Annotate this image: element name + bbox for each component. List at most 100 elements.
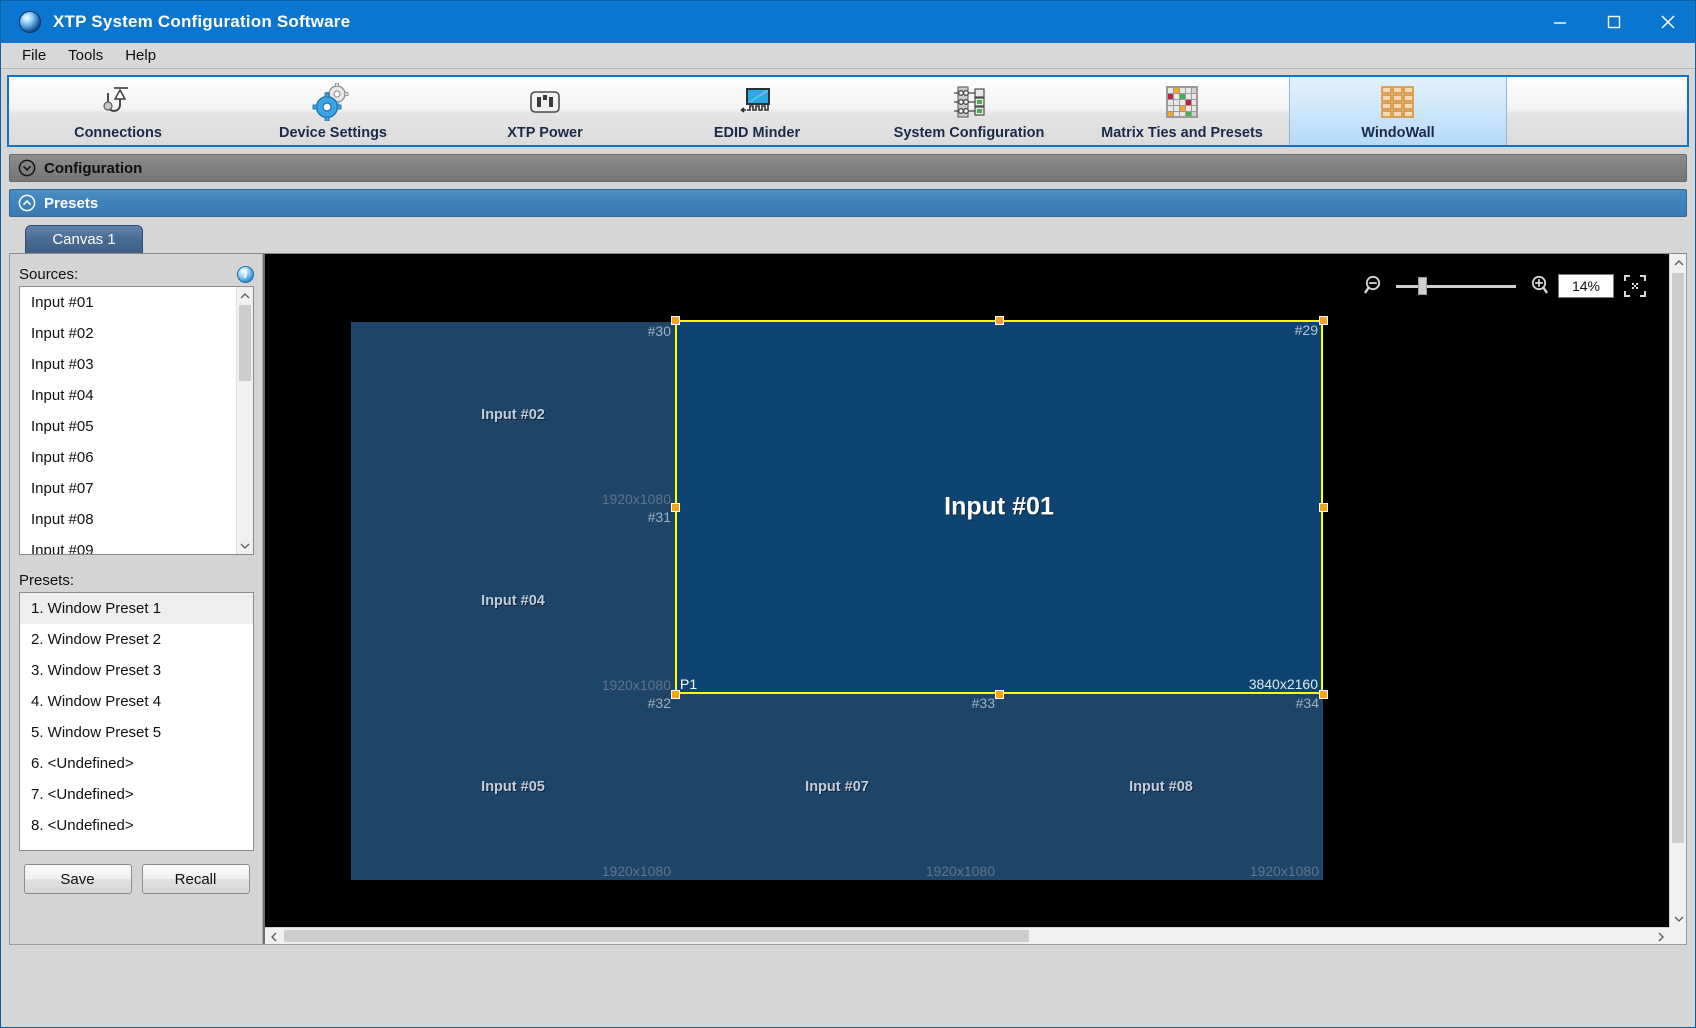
menu-item-file[interactable]: File	[11, 45, 57, 66]
zoom-out-icon[interactable]	[1363, 274, 1387, 298]
chevron-up-circle-icon	[18, 194, 36, 212]
list-item[interactable]: Input #09	[20, 535, 253, 554]
zoom-level-input[interactable]: 14%	[1558, 274, 1614, 298]
toolbar-item-device-settings[interactable]: Device Settings	[227, 77, 439, 145]
minimize-icon[interactable]	[1533, 1, 1587, 43]
window-title: XTP System Configuration Software	[53, 12, 351, 31]
toolbar-item-windowall[interactable]: WindoWall	[1289, 77, 1507, 145]
recall-button[interactable]: Recall	[141, 864, 250, 894]
application-window: XTP System Configuration Software File T…	[0, 0, 1696, 1028]
list-item[interactable]: 3. Window Preset 3	[20, 655, 253, 686]
scroll-up-icon[interactable]	[237, 287, 253, 304]
list-item[interactable]: 5. Window Preset 5	[20, 717, 253, 748]
canvas-viewport[interactable]: 14% #30 Input #02 1920x1080 #31 Input #0…	[265, 254, 1669, 927]
list-item[interactable]: 7. <Undefined>	[20, 779, 253, 810]
presets-header: Presets:	[19, 568, 254, 592]
list-item[interactable]: Input #04	[20, 380, 253, 411]
list-item[interactable]: Input #06	[20, 442, 253, 473]
list-item[interactable]: Input #05	[20, 411, 253, 442]
toolbar-item-system-configuration[interactable]: System Configuration	[863, 77, 1075, 145]
presets-label: Presets:	[19, 571, 75, 589]
canvas-window-input-01-selected[interactable]: #29 Input #01 P1 3840x2160	[675, 320, 1323, 694]
canvas-panel: 14% #30 Input #02 1920x1080 #31 Input #0…	[263, 254, 1686, 944]
window-name: Input #01	[944, 492, 1054, 521]
list-item[interactable]: 6. <Undefined>	[20, 748, 253, 779]
zoom-slider-thumb[interactable]	[1418, 277, 1427, 295]
zoom-in-icon[interactable]	[1525, 274, 1549, 298]
window-resolution: 1920x1080	[601, 863, 671, 879]
list-item[interactable]: 8. <Undefined>	[20, 810, 253, 841]
list-item[interactable]: Input #03	[20, 349, 253, 380]
window-id: #34	[1295, 695, 1319, 711]
canvas-zoom-toolbar: 14%	[1363, 274, 1647, 298]
save-button[interactable]: Save	[23, 864, 132, 894]
monitor-icon	[735, 82, 779, 122]
zoom-slider[interactable]	[1396, 276, 1516, 296]
scroll-down-icon[interactable]	[237, 537, 253, 554]
window-id: #31	[647, 509, 671, 525]
list-item[interactable]: Input #02	[20, 318, 253, 349]
window-resolution: 1920x1080	[925, 863, 995, 879]
toolbar-item-connections[interactable]: Connections	[9, 77, 227, 145]
toolbar-item-matrix-ties[interactable]: Matrix Ties and Presets	[1075, 77, 1289, 145]
connections-icon	[98, 82, 138, 122]
sources-listbox[interactable]: Input #01 Input #02 Input #03 Input #04 …	[19, 286, 254, 555]
resize-handle-se[interactable]	[1319, 690, 1328, 699]
scroll-up-icon[interactable]	[1670, 254, 1686, 271]
canvas-window-input-07[interactable]: #33 Input #07 1920x1080	[675, 694, 999, 880]
toolbar-label-windowall: WindoWall	[1361, 124, 1435, 141]
resize-handle-n[interactable]	[995, 316, 1004, 325]
resize-handle-ne[interactable]	[1319, 316, 1328, 325]
title-bar: XTP System Configuration Software	[1, 1, 1695, 43]
fit-to-screen-icon[interactable]	[1623, 274, 1647, 298]
window-resolution: 1920x1080	[601, 677, 671, 693]
section-header-configuration[interactable]: Configuration	[9, 154, 1687, 182]
list-item[interactable]: 1. Window Preset 1	[20, 593, 253, 624]
menu-bar: File Tools Help	[1, 43, 1695, 69]
list-item[interactable]: Input #08	[20, 504, 253, 535]
section-header-presets[interactable]: Presets	[9, 189, 1687, 217]
app-globe-icon	[19, 11, 41, 33]
resize-handle-s[interactable]	[995, 690, 1004, 699]
resize-handle-nw[interactable]	[671, 316, 680, 325]
toolbar-item-edid-minder[interactable]: EDID Minder	[651, 77, 863, 145]
list-item[interactable]: 4. Window Preset 4	[20, 686, 253, 717]
toolbar-label-xtp-power: XTP Power	[507, 124, 583, 141]
sources-scrollbar[interactable]	[236, 287, 253, 554]
list-item[interactable]: Input #07	[20, 473, 253, 504]
close-icon[interactable]	[1641, 1, 1695, 43]
resize-handle-w[interactable]	[671, 503, 680, 512]
window-name: Input #07	[805, 779, 869, 795]
canvas-vertical-scrollbar[interactable]	[1669, 254, 1686, 927]
window-name: Input #04	[481, 593, 545, 609]
canvas-hscroll-thumb[interactable]	[284, 930, 1029, 942]
scroll-right-icon[interactable]	[1652, 928, 1669, 944]
canvas-vscroll-thumb[interactable]	[1672, 273, 1684, 843]
resize-handle-sw[interactable]	[671, 690, 680, 699]
list-item[interactable]: Input #01	[20, 287, 253, 318]
canvas-horizontal-scrollbar[interactable]	[265, 927, 1669, 944]
scroll-left-icon[interactable]	[265, 928, 282, 944]
menu-item-help[interactable]: Help	[114, 45, 167, 66]
canvas-window-input-04[interactable]: #31 Input #04 1920x1080	[351, 508, 675, 694]
maximize-icon[interactable]	[1587, 1, 1641, 43]
scroll-down-icon[interactable]	[1670, 910, 1686, 927]
menu-item-tools[interactable]: Tools	[57, 45, 114, 66]
window-id: #30	[647, 323, 671, 339]
tab-canvas-1[interactable]: Canvas 1	[25, 225, 143, 253]
sources-list-items: Input #01 Input #02 Input #03 Input #04 …	[20, 287, 253, 554]
resize-handle-e[interactable]	[1319, 503, 1328, 512]
info-icon[interactable]: i	[237, 265, 254, 283]
section-label-presets: Presets	[44, 194, 99, 212]
canvas-window-input-05[interactable]: #32 Input #05 1920x1080	[351, 694, 675, 880]
presets-listbox[interactable]: 1. Window Preset 1 2. Window Preset 2 3.…	[19, 592, 254, 851]
list-item[interactable]: 2. Window Preset 2	[20, 624, 253, 655]
sources-scroll-thumb[interactable]	[239, 305, 251, 381]
left-panel: Sources: i Input #01 Input #02 Input #03…	[10, 254, 263, 944]
main-toolbar: Connections Device Settings XTP Power ED…	[7, 75, 1689, 147]
canvas-window-input-08[interactable]: #34 Input #08 1920x1080	[999, 694, 1323, 880]
matrix-grid-icon	[1162, 82, 1202, 122]
canvas-window-input-02[interactable]: #30 Input #02 1920x1080	[351, 322, 675, 508]
toolbar-item-xtp-power[interactable]: XTP Power	[439, 77, 651, 145]
